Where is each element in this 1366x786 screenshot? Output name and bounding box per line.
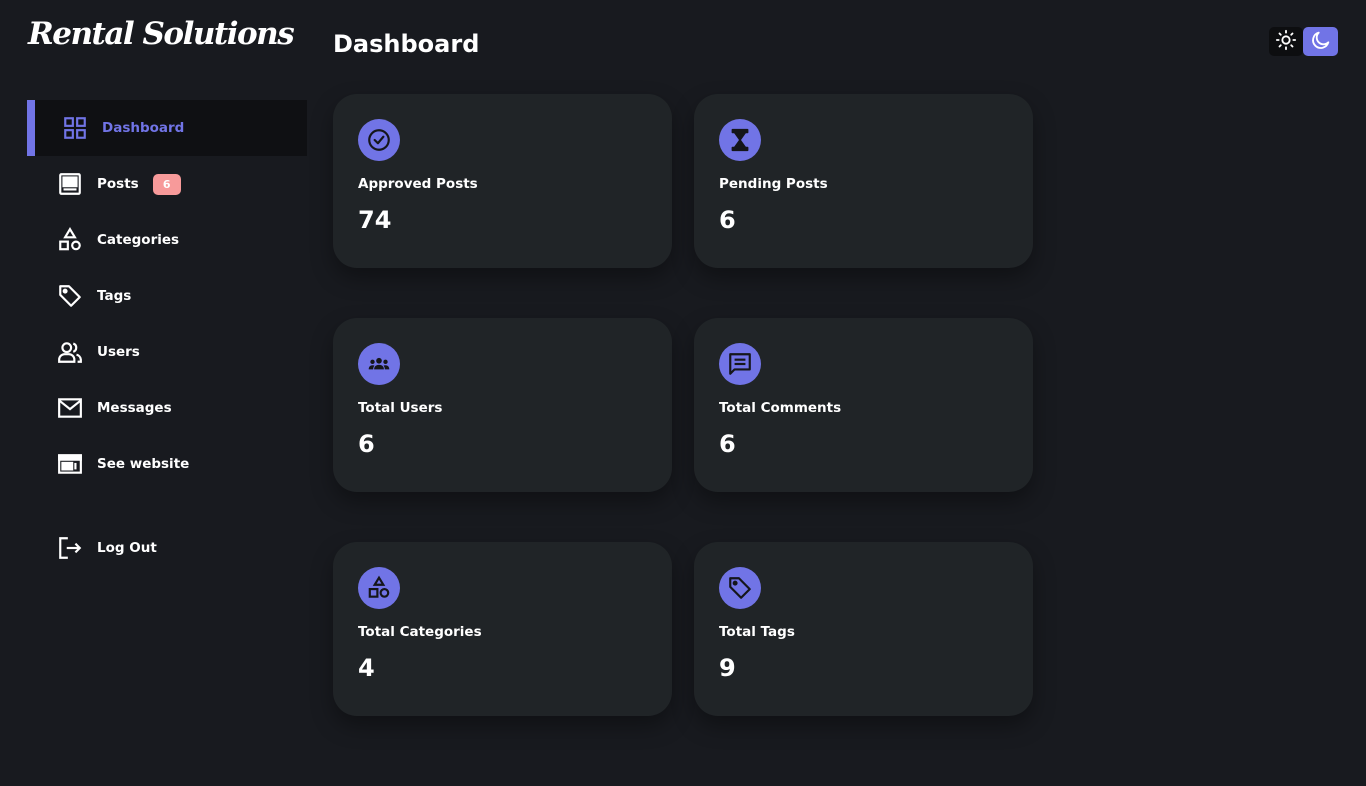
pending-posts-card[interactable]: Pending Posts 6	[694, 94, 1033, 268]
card-label: Total Users	[358, 400, 443, 416]
sidebar-item-tags[interactable]: Tags	[27, 268, 307, 324]
sidebar-item-label: See website	[97, 456, 190, 472]
comment-icon	[719, 343, 761, 385]
moon-icon	[1310, 29, 1332, 55]
sidebar-item-categories[interactable]: Categories	[27, 212, 307, 268]
dark-mode-button[interactable]	[1303, 27, 1338, 56]
total-users-card[interactable]: Total Users 6	[333, 318, 672, 492]
sidebar-item-label: Posts	[97, 176, 139, 192]
shapes-icon	[358, 567, 400, 609]
sidebar-item-messages[interactable]: Messages	[27, 380, 307, 436]
logout-icon	[57, 535, 83, 561]
group-icon	[358, 343, 400, 385]
sidebar-item-label: Messages	[97, 400, 172, 416]
posts-count-badge: 6	[152, 173, 181, 195]
sidebar-item-label: Users	[97, 344, 140, 360]
sidebar-item-users[interactable]: Users	[27, 324, 307, 380]
card-value: 4	[358, 654, 375, 682]
card-value: 74	[358, 206, 392, 234]
tag-icon	[719, 567, 761, 609]
light-mode-button[interactable]	[1269, 27, 1303, 56]
sidebar-nav: Dashboard Posts 6 Categories Tags Users …	[27, 100, 307, 576]
hourglass-icon	[719, 119, 761, 161]
logout-label: Log Out	[97, 540, 157, 556]
card-value: 6	[719, 206, 736, 234]
card-label: Total Comments	[719, 400, 842, 416]
card-label: Approved Posts	[358, 176, 478, 192]
mail-icon	[57, 395, 83, 421]
sidebar-item-label: Categories	[97, 232, 180, 248]
total-tags-card[interactable]: Total Tags 9	[694, 542, 1033, 716]
sidebar-item-see-website[interactable]: See website	[27, 436, 307, 492]
approved-posts-card[interactable]: Approved Posts 74	[333, 94, 672, 268]
brand-logo[interactable]: Rental Solutions	[28, 16, 295, 52]
card-label: Pending Posts	[719, 176, 828, 192]
sidebar-item-dashboard[interactable]: Dashboard	[27, 100, 307, 156]
logout-button[interactable]: Log Out	[27, 520, 307, 576]
card-value: 6	[719, 430, 736, 458]
card-label: Total Tags	[719, 624, 795, 640]
page-title: Dashboard	[333, 30, 480, 58]
app: Rental Solutions Dashboard Posts 6 Categ…	[0, 0, 1366, 786]
theme-toggle	[1269, 27, 1338, 56]
sidebar-item-label: Tags	[97, 288, 132, 304]
card-value: 9	[719, 654, 736, 682]
check-circle-icon	[358, 119, 400, 161]
card-value: 6	[358, 430, 375, 458]
total-categories-card[interactable]: Total Categories 4	[333, 542, 672, 716]
sidebar: Rental Solutions Dashboard Posts 6 Categ…	[0, 0, 307, 786]
sidebar-item-label: Dashboard	[102, 120, 185, 136]
shapes-icon	[57, 227, 83, 253]
dashboard-grid-icon	[62, 115, 88, 141]
card-label: Total Categories	[358, 624, 482, 640]
sidebar-item-posts[interactable]: Posts 6	[27, 156, 307, 212]
tag-icon	[57, 283, 83, 309]
sun-icon	[1275, 29, 1297, 55]
posts-icon	[57, 171, 83, 197]
website-icon	[57, 451, 83, 477]
total-comments-card[interactable]: Total Comments 6	[694, 318, 1033, 492]
users-icon	[57, 339, 83, 365]
